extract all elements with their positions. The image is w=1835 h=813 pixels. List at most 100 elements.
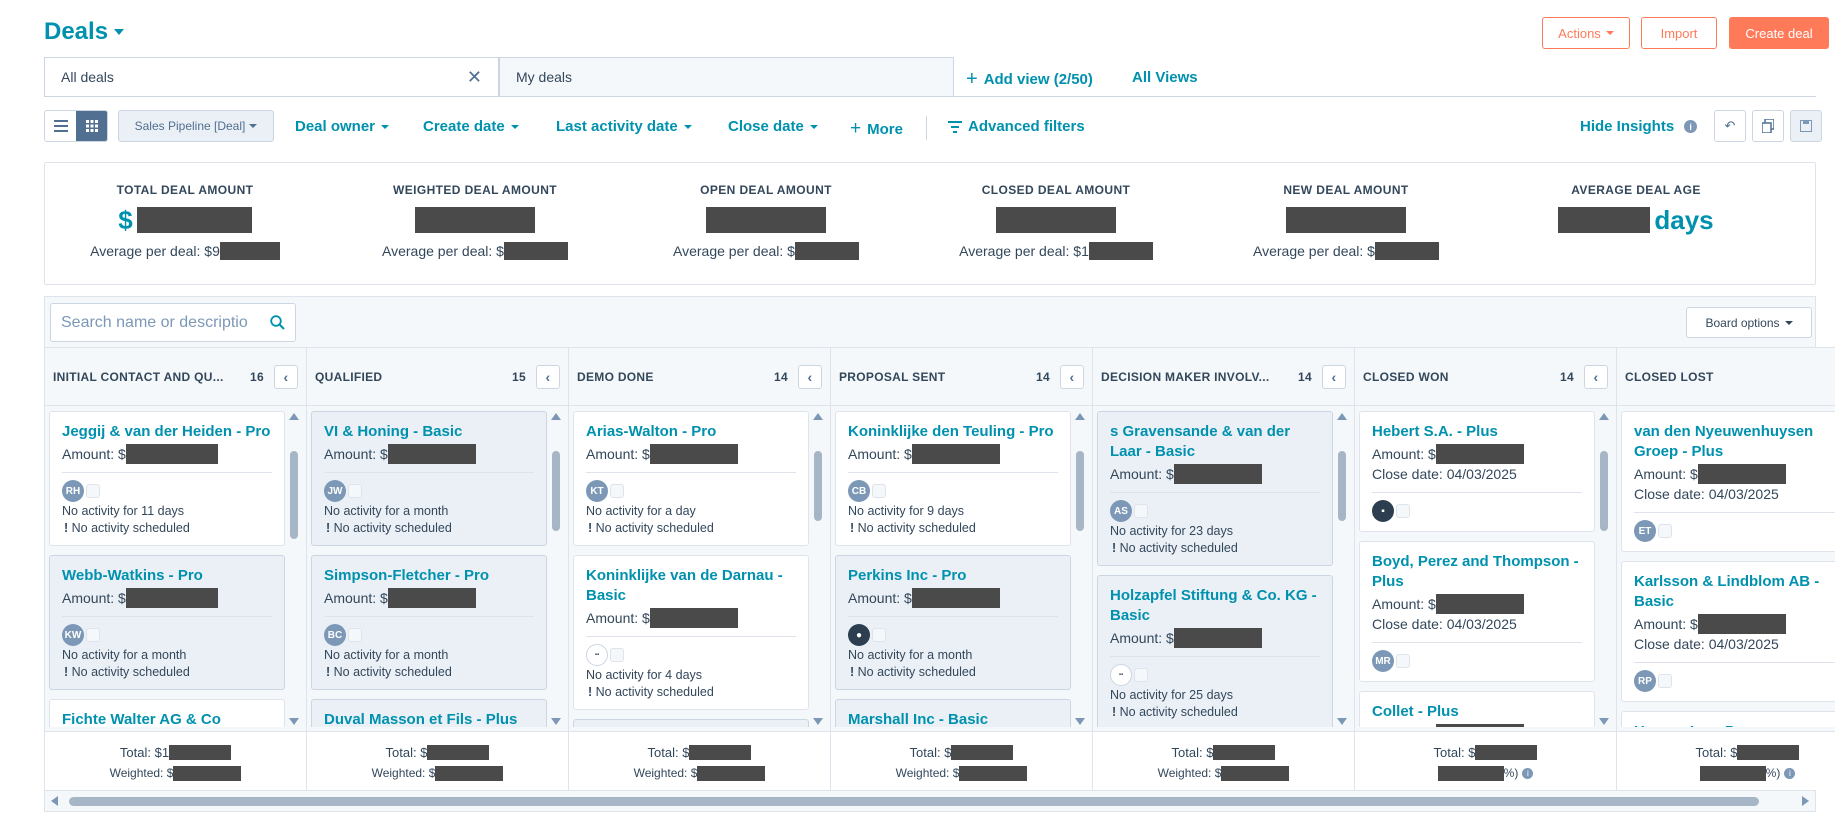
deal-name[interactable]: Koninklijke van de Darnau - Basic <box>586 566 796 606</box>
create-deal-button[interactable]: Create deal <box>1729 17 1829 49</box>
owner-avatar[interactable]: BC <box>324 624 346 646</box>
actions-button[interactable]: Actions <box>1542 17 1630 49</box>
deal-name[interactable]: Karlsson & Lindblom AB - Basic <box>1634 572 1835 612</box>
tab-all-deals[interactable]: All deals ✕ <box>44 57 499 97</box>
deal-card[interactable]: Arias-Walton - Pro Amount: $ KT No activity… <box>573 411 809 546</box>
owner-avatar[interactable]: KW <box>62 624 84 646</box>
deal-card[interactable]: Simpson-Fletcher - Pro Amount: $ BC No acti… <box>311 555 547 690</box>
associated-record-icon[interactable] <box>872 628 886 642</box>
add-view-button[interactable]: + Add view (2/50) <box>966 68 1093 91</box>
search-input[interactable]: Search name or descriptio <box>50 303 296 342</box>
associated-record-icon[interactable] <box>1134 504 1148 518</box>
close-icon[interactable]: ✕ <box>467 67 482 88</box>
horizontal-scrollbar[interactable] <box>44 790 1816 812</box>
deal-card[interactable]: VI & Honing - Basic Amount: $ JW No activit… <box>311 411 547 546</box>
associated-record-icon[interactable] <box>872 484 886 498</box>
deal-card[interactable]: Koninklijke den Teuling - Pro Amount: $ CB… <box>835 411 1071 546</box>
deal-card[interactable]: Collet - PlusAmount: $Close date: 04/03/… <box>1359 691 1595 727</box>
deal-card[interactable]: Hebert S.A. - Plus Amount: $ Close date: 0… <box>1359 411 1595 532</box>
deal-name[interactable]: Collet - Plus <box>1372 702 1582 722</box>
scroll-up-icon[interactable] <box>551 413 561 420</box>
save-button[interactable] <box>1790 110 1822 142</box>
collapse-column-button[interactable]: ‹ <box>1584 364 1608 389</box>
deal-name[interactable]: VI & Honing - Basic <box>324 422 534 442</box>
collapse-column-button[interactable]: ‹ <box>274 364 298 389</box>
board-options-button[interactable]: Board options <box>1686 307 1812 338</box>
deal-card[interactable]: van den Nyeuwenhuysen Groep - Plus Amount… <box>1621 411 1835 552</box>
board-view-button[interactable] <box>76 111 107 141</box>
owner-avatar[interactable]: MR <box>1372 650 1394 672</box>
scroll-down-icon[interactable] <box>1075 718 1085 725</box>
deal-card[interactable]: Holzapfel Stiftung & Co. KG - Basic Amoun… <box>1097 575 1333 727</box>
deal-name[interactable]: Hebert S.A. - Plus <box>1372 422 1582 442</box>
deal-name[interactable]: Hoover Inc - Pro <box>1634 722 1835 727</box>
collapse-column-button[interactable]: ‹ <box>536 364 560 389</box>
more-filters-button[interactable]: + More <box>850 118 903 140</box>
deal-name[interactable]: Webb-Watkins - Pro <box>62 566 272 586</box>
deal-card[interactable]: Koninklijke Merckx - PlusAmount: $ <box>573 719 809 727</box>
list-view-button[interactable] <box>45 111 76 141</box>
scrollbar-thumb[interactable] <box>1600 451 1608 531</box>
scroll-up-icon[interactable] <box>289 413 299 420</box>
associated-record-icon[interactable] <box>86 484 100 498</box>
scrollbar-thumb[interactable] <box>290 451 298 539</box>
collapse-column-button[interactable]: ‹ <box>1322 364 1346 389</box>
import-button[interactable]: Import <box>1641 17 1717 49</box>
deal-name[interactable]: Holzapfel Stiftung & Co. KG - Basic <box>1110 586 1320 626</box>
scroll-up-icon[interactable] <box>813 413 823 420</box>
collapse-column-button[interactable]: ‹ <box>798 364 822 389</box>
filter-deal-owner[interactable]: Deal owner <box>295 118 390 135</box>
scroll-right-icon[interactable] <box>1802 796 1809 806</box>
deal-name[interactable]: Koninklijke den Teuling - Pro <box>848 422 1058 442</box>
associated-record-icon[interactable] <box>86 628 100 642</box>
scroll-down-icon[interactable] <box>1337 718 1347 725</box>
owner-avatar[interactable]: RH <box>62 480 84 502</box>
all-views-link[interactable]: All Views <box>1132 69 1198 86</box>
scrollbar-thumb[interactable] <box>1076 451 1084 531</box>
scrollbar-thumb[interactable] <box>552 451 560 531</box>
column-scrollbar[interactable] <box>550 411 562 727</box>
hide-insights-button[interactable]: Hide Insights i <box>1580 118 1698 135</box>
scroll-down-icon[interactable] <box>813 718 823 725</box>
associated-record-icon[interactable] <box>1658 524 1672 538</box>
deal-card[interactable]: Marshall Inc - BasicAmount: $ <box>835 699 1071 727</box>
deal-card[interactable]: Boyd, Perez and Thompson - Plus Amount: $… <box>1359 541 1595 682</box>
copy-button[interactable] <box>1752 110 1784 142</box>
scroll-up-icon[interactable] <box>1075 413 1085 420</box>
collapse-column-button[interactable]: ‹ <box>1060 364 1084 389</box>
column-scrollbar[interactable] <box>1074 411 1086 727</box>
associated-record-icon[interactable] <box>610 648 624 662</box>
associated-record-icon[interactable] <box>610 484 624 498</box>
undo-button[interactable]: ↶ <box>1714 110 1746 142</box>
page-title[interactable]: Deals <box>44 18 125 46</box>
scrollbar-thumb[interactable] <box>814 451 822 521</box>
deal-name[interactable]: Duval Masson et Fils - Plus <box>324 710 534 727</box>
associated-record-icon[interactable] <box>1396 504 1410 518</box>
deal-card[interactable]: Koninklijke van de Darnau - Basic Amount:… <box>573 555 809 710</box>
owner-avatar[interactable]: KT <box>586 480 608 502</box>
column-scrollbar[interactable] <box>812 411 824 727</box>
associated-record-icon[interactable] <box>1134 668 1148 682</box>
filter-last-activity-date[interactable]: Last activity date <box>556 118 692 135</box>
filter-close-date[interactable]: Close date <box>728 118 818 135</box>
deal-name[interactable]: Simpson-Fletcher - Pro <box>324 566 534 586</box>
scroll-down-icon[interactable] <box>551 718 561 725</box>
associated-record-icon[interactable] <box>348 484 362 498</box>
deal-name[interactable]: s Gravensande & van der Laar - Basic <box>1110 422 1320 462</box>
deal-name[interactable]: Boyd, Perez and Thompson - Plus <box>1372 552 1582 592</box>
column-scrollbar[interactable] <box>1336 411 1348 727</box>
deal-name[interactable]: Jeggij & van der Heiden - Pro <box>62 422 272 442</box>
column-scrollbar[interactable] <box>288 411 300 727</box>
scroll-down-icon[interactable] <box>1599 718 1609 725</box>
owner-avatar[interactable]: RP <box>1634 670 1656 692</box>
pipeline-select[interactable]: Sales Pipeline [Deal] <box>118 110 274 142</box>
column-scrollbar[interactable] <box>1598 411 1610 727</box>
scroll-down-icon[interactable] <box>289 718 299 725</box>
associated-record-icon[interactable] <box>1658 674 1672 688</box>
deal-card[interactable]: s Gravensande & van der Laar - Basic Amou… <box>1097 411 1333 566</box>
deal-card[interactable]: Hoover Inc - ProAmount: $ <box>1621 711 1835 727</box>
associated-record-icon[interactable] <box>348 628 362 642</box>
scrollbar-thumb[interactable] <box>69 797 1759 806</box>
deal-card[interactable]: Fichte Walter AG & CoAmount: $ <box>49 699 285 727</box>
owner-avatar[interactable]: ET <box>1634 520 1656 542</box>
